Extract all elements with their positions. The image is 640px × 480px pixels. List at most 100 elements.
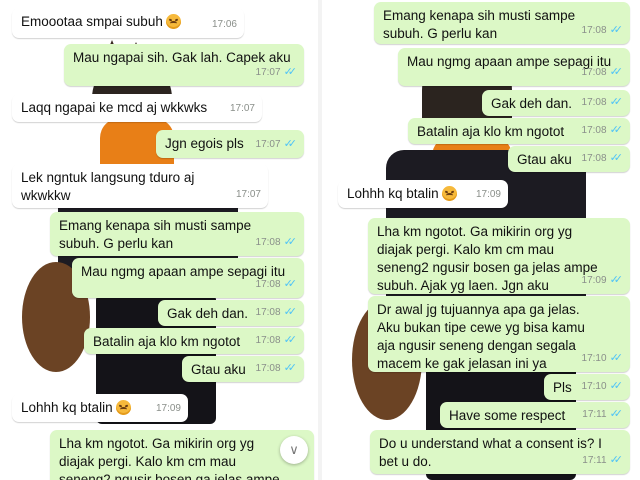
- message-meta: 17:07: [230, 100, 255, 118]
- message-text: Gtau aku: [517, 152, 572, 167]
- message-meta: 17:08 ✓✓: [581, 149, 624, 168]
- message-bubble[interactable]: Laqq ngapai ke mcd aj wkkwks 17:07: [12, 94, 262, 122]
- message-bubble[interactable]: Lohhh kq btalin 17:09: [12, 394, 188, 422]
- message-text: Pls: [553, 380, 572, 395]
- message-time: 17:08: [581, 67, 607, 78]
- read-ticks-icon: ✓✓: [283, 236, 298, 248]
- message-text: Lohhh kq btalin: [347, 186, 439, 201]
- message-meta: 17:09 ✓✓: [581, 271, 624, 290]
- message-text: Emang kenapa sih musti sampe subuh. G pe…: [59, 218, 252, 251]
- message-text: Batalin aja klo km ngotot: [417, 124, 565, 139]
- read-ticks-icon: ✓✓: [283, 362, 298, 374]
- message-bubble[interactable]: Do u understand what a consent is? I bet…: [370, 430, 630, 474]
- read-ticks-icon: ✓✓: [283, 138, 298, 150]
- message-bubble[interactable]: Lohhh kq btalin 17:09: [338, 180, 508, 208]
- message-meta: 17:08 ✓✓: [581, 121, 624, 140]
- message-time: 17:08: [255, 237, 281, 248]
- read-ticks-icon: ✓✓: [609, 66, 624, 78]
- message-text: Jgn egois pls: [165, 136, 244, 151]
- message-bubble[interactable]: Emoootaa smpai subuh 17:06: [12, 8, 244, 38]
- message-bubble[interactable]: Emang kenapa sih musti sampe subuh. G pe…: [50, 212, 304, 256]
- read-ticks-icon: ✓✓: [609, 352, 624, 364]
- message-text: Lek ngntuk langsung tduro aj wkwkkw: [21, 170, 195, 203]
- message-bubble[interactable]: Mau ngmg apaan ampe sepagi itu 17:08 ✓✓: [398, 48, 630, 86]
- message-meta: 17:07 ✓✓: [255, 135, 298, 154]
- read-ticks-icon: ✓✓: [283, 306, 298, 318]
- message-bubble[interactable]: Pls 17:10 ✓✓: [544, 374, 630, 400]
- message-text: Lohhh kq btalin: [21, 400, 113, 415]
- chat-pane-right: Emang kenapa sih musti sampe subuh. G pe…: [322, 0, 640, 480]
- message-time: 17:08: [581, 153, 607, 164]
- tired-face-emoji-icon: [115, 400, 131, 415]
- message-bubble[interactable]: Batalin aja klo km ngotot 17:08 ✓✓: [84, 328, 304, 354]
- message-time: 17:08: [255, 279, 281, 290]
- message-time: 17:07: [255, 67, 281, 78]
- message-time: 17:07: [229, 103, 255, 114]
- message-bubble[interactable]: Mau ngapai sih. Gak lah. Capek aku 17:07…: [64, 44, 304, 86]
- message-text: Mau ngmg apaan ampe sepagi itu: [81, 264, 286, 279]
- message-text: Batalin aja klo km ngotot: [93, 334, 241, 349]
- message-bubble[interactable]: Lha km ngotot. Ga mikirin org yg diajak …: [368, 218, 630, 294]
- message-time: 17:08: [581, 125, 607, 136]
- message-text: Mau ngmg apaan ampe sepagi itu: [407, 54, 612, 69]
- message-time: 17:09: [581, 275, 607, 286]
- message-meta: 17:08 ✓✓: [581, 63, 624, 82]
- message-text: Lha km ngotot. Ga mikirin org yg diajak …: [377, 224, 598, 293]
- message-meta: 17:08 ✓✓: [255, 331, 298, 350]
- message-time: 17:08: [581, 97, 607, 108]
- read-ticks-icon: ✓✓: [609, 454, 624, 466]
- read-ticks-icon: ✓✓: [609, 96, 624, 108]
- message-time: 17:06: [211, 19, 237, 30]
- message-bubble[interactable]: Gak deh dan. 17:08 ✓✓: [158, 300, 304, 326]
- message-bubble[interactable]: Gtau aku 17:08 ✓✓: [508, 146, 630, 172]
- message-bubble[interactable]: Gtau aku 17:08 ✓✓: [182, 356, 304, 382]
- read-ticks-icon: ✓✓: [283, 334, 298, 346]
- message-meta: 17:11 ✓✓: [582, 451, 623, 470]
- message-meta: 17:08 ✓✓: [255, 303, 298, 322]
- read-ticks-icon: ✓✓: [609, 24, 624, 36]
- message-meta: 17:07: [236, 186, 261, 204]
- message-time: 17:08: [255, 363, 281, 374]
- message-meta: 17:06: [212, 16, 237, 34]
- message-bubble[interactable]: Emang kenapa sih musti sampe subuh. G pe…: [374, 2, 630, 44]
- message-bubble[interactable]: Mau ngmg apaan ampe sepagi itu 17:08 ✓✓: [72, 258, 304, 298]
- read-ticks-icon: ✓✓: [283, 278, 298, 290]
- message-time: 17:08: [255, 335, 281, 346]
- message-time: 17:07: [235, 189, 261, 200]
- message-bubble[interactable]: Lha km ngotot. Ga mikirin org yg diajak …: [50, 430, 314, 480]
- message-text: Gak deh dan.: [491, 96, 573, 111]
- message-meta: 17:10 ✓✓: [581, 377, 624, 396]
- message-meta: 17:10 ✓✓: [582, 349, 624, 368]
- message-time: 17:07: [255, 139, 281, 150]
- message-time: 17:08: [581, 25, 607, 36]
- message-bubble[interactable]: Have some respect 17:11 ✓✓: [440, 402, 630, 428]
- message-time: 17:11: [582, 409, 607, 420]
- read-ticks-icon: ✓✓: [609, 152, 624, 164]
- message-text: Emoootaa smpai subuh: [21, 14, 163, 29]
- message-meta: 17:08 ✓✓: [255, 233, 298, 252]
- message-text: Gtau aku: [191, 362, 246, 377]
- message-time: 17:11: [582, 455, 607, 466]
- message-text: Lha km ngotot. Ga mikirin org yg diajak …: [59, 436, 280, 480]
- message-meta: 17:09: [476, 186, 501, 204]
- message-meta: 17:09: [156, 400, 181, 418]
- read-ticks-icon: ✓✓: [609, 274, 624, 286]
- message-time: 17:09: [155, 403, 181, 414]
- tired-face-emoji-icon: [441, 186, 457, 201]
- message-bubble[interactable]: Jgn egois pls 17:07 ✓✓: [156, 130, 304, 158]
- read-ticks-icon: ✓✓: [609, 380, 624, 392]
- message-text: Laqq ngapai ke mcd aj wkkwks: [21, 100, 208, 115]
- scroll-to-bottom-button[interactable]: ∨: [280, 436, 308, 464]
- message-time: 17:10: [581, 381, 607, 392]
- message-bubble[interactable]: Batalin aja klo km ngotot 17:08 ✓✓: [408, 118, 630, 144]
- message-meta: 17:08 ✓✓: [581, 93, 624, 112]
- message-text: Do u understand what a consent is? I bet…: [379, 436, 602, 469]
- message-time: 17:08: [255, 307, 281, 318]
- read-ticks-icon: ✓✓: [609, 124, 624, 136]
- message-meta: 17:08 ✓✓: [581, 21, 624, 40]
- message-text: Emang kenapa sih musti sampe subuh. G pe…: [383, 8, 576, 41]
- message-bubble[interactable]: Dr awal jg tujuannya apa ga jelas. Aku b…: [368, 296, 630, 372]
- message-bubble[interactable]: Lek ngntuk langsung tduro aj wkwkkw 17:0…: [12, 164, 268, 208]
- message-text: Gak deh dan.: [167, 306, 249, 321]
- message-bubble[interactable]: Gak deh dan. 17:08 ✓✓: [482, 90, 630, 116]
